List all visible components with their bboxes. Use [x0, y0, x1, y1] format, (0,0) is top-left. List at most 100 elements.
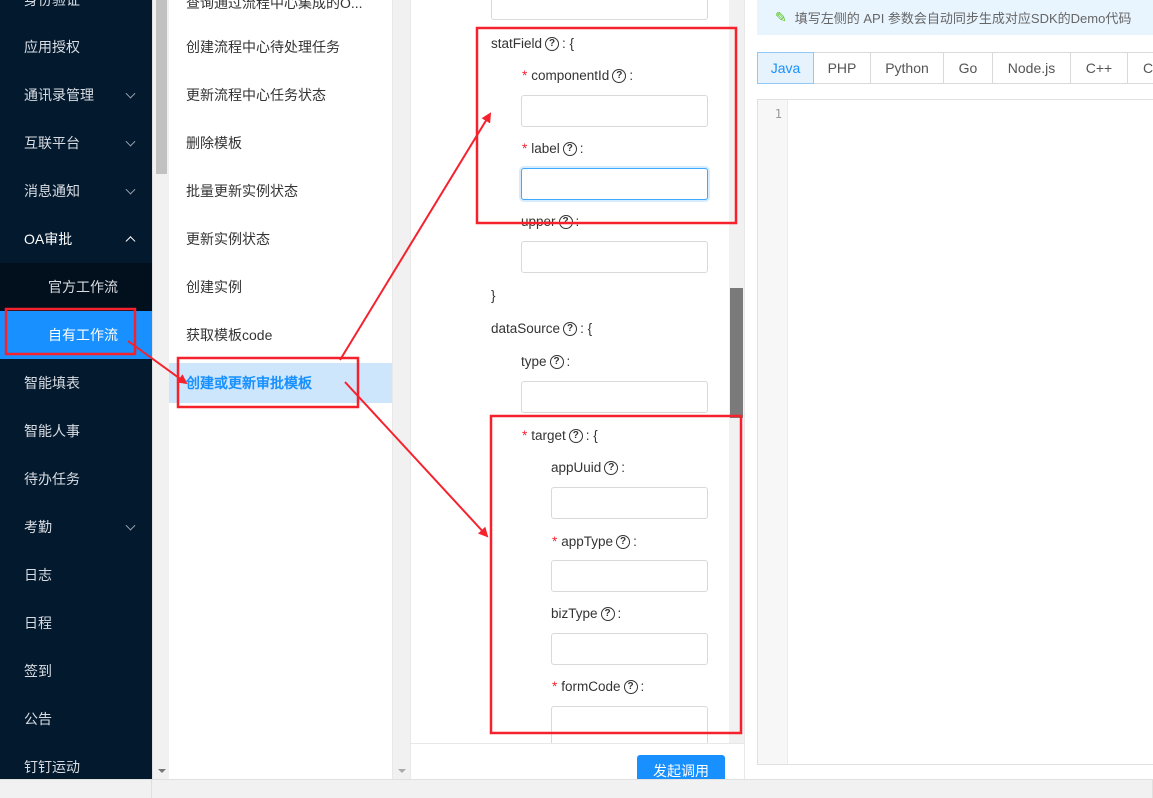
apptype-label: * appType?: — [552, 534, 637, 549]
help-icon[interactable]: ? — [563, 321, 578, 336]
label-label: * label?: — [522, 141, 584, 156]
upper-input[interactable] — [521, 241, 708, 273]
colon: : — [633, 534, 637, 549]
nav-item-interconnect[interactable]: 互联平台 — [0, 119, 152, 167]
nav-item-oa-approval[interactable]: OA审批 — [0, 215, 152, 263]
nav-item-label: 自有工作流 — [48, 327, 118, 343]
nav-item-label: 钉钉运动 — [24, 759, 80, 775]
field-name: bizType — [551, 606, 598, 621]
api-item-active[interactable]: 创建或更新审批模板 — [169, 363, 392, 403]
api-item[interactable]: 删除模板 — [169, 123, 392, 163]
tab-go[interactable]: Go — [944, 52, 993, 84]
tab-nodejs[interactable]: Node.js — [993, 52, 1071, 84]
nav-item-schedule[interactable]: 日程 — [0, 599, 152, 647]
nav-item-log[interactable]: 日志 — [0, 551, 152, 599]
nav-item-own-workflow[interactable]: 自有工作流 — [0, 311, 152, 359]
api-item[interactable]: 批量更新实例状态 — [169, 171, 392, 211]
api-item[interactable]: 创建流程中心待处理任务 — [169, 27, 392, 67]
tab-php[interactable]: PHP — [814, 52, 871, 84]
componentid-input[interactable] — [521, 95, 708, 127]
field-name: formCode — [561, 679, 621, 694]
nav-item-announcement[interactable]: 公告 — [0, 695, 152, 743]
api-item[interactable]: 查询通过流程中心集成的O... — [169, 0, 392, 23]
nav-item-checkin[interactable]: 签到 — [0, 647, 152, 695]
nav-item-app-auth[interactable]: 应用授权 — [0, 23, 152, 71]
scrollbar-track — [744, 780, 1153, 798]
api-item-label: 更新实例状态 — [186, 231, 270, 247]
text-input-above[interactable] — [491, 0, 708, 20]
help-icon[interactable]: ? — [612, 68, 627, 83]
sync-tip: ✎ 填写左侧的 API 参数会自动同步生成对应SDK的Demo代码 — [757, 0, 1153, 35]
field-name: dataSource — [491, 321, 561, 336]
brace-open: : { — [580, 321, 593, 336]
help-icon[interactable]: ? — [623, 679, 638, 694]
type-input[interactable] — [521, 381, 708, 413]
nav-item-label: 身份验证 — [24, 0, 80, 8]
field-name: label — [531, 141, 560, 156]
tab-cpp[interactable]: C++ — [1071, 52, 1128, 84]
help-icon[interactable]: ? — [545, 36, 560, 51]
help-icon[interactable]: ? — [558, 214, 573, 229]
required-mark: * — [552, 679, 558, 694]
nav-item-sport[interactable]: 钉钉运动 — [0, 743, 152, 779]
field-name: componentId — [531, 68, 610, 83]
field-name: type — [521, 354, 547, 369]
nav-scrollbar[interactable] — [152, 0, 169, 779]
horizontal-scrollbar[interactable] — [0, 779, 1153, 798]
formcode-input[interactable] — [551, 706, 708, 743]
help-icon[interactable]: ? — [600, 606, 615, 621]
formcode-label: * formCode?: — [552, 679, 644, 694]
nav-item-label: 互联平台 — [24, 135, 80, 151]
help-icon[interactable]: ? — [562, 141, 577, 156]
nav-item-attendance[interactable]: 考勤 — [0, 503, 152, 551]
required-mark: * — [522, 141, 528, 156]
tab-python[interactable]: Python — [871, 52, 944, 84]
nav-item-label: 公告 — [24, 711, 52, 727]
colon: : — [617, 606, 622, 621]
nav-item-contacts[interactable]: 通讯录管理 — [0, 71, 152, 119]
nav-item-todo[interactable]: 待办任务 — [0, 455, 152, 503]
editor-gutter: 1 — [758, 100, 788, 764]
scroll-down-arrow-icon[interactable] — [398, 769, 406, 773]
nav-item-official-workflow[interactable]: 官方工作流 — [0, 263, 152, 311]
api-item-label: 创建流程中心待处理任务 — [186, 39, 340, 55]
tab-c[interactable]: C — [1128, 52, 1153, 84]
colon: : — [640, 679, 645, 694]
api-item[interactable]: 更新实例状态 — [169, 219, 392, 259]
api-item[interactable]: 创建实例 — [169, 267, 392, 307]
datasource-label: dataSource?: { — [491, 321, 592, 336]
scroll-down-arrow-icon[interactable] — [158, 769, 166, 773]
componentid-label: * componentId?: — [522, 68, 633, 83]
help-icon[interactable]: ? — [549, 354, 564, 369]
nav-item-label: 官方工作流 — [48, 279, 118, 295]
help-icon[interactable]: ? — [568, 428, 583, 443]
nav-item-label: 日程 — [24, 615, 52, 631]
help-icon[interactable]: ? — [604, 460, 619, 475]
line-number: 1 — [774, 107, 782, 121]
nav-item-smart-hr[interactable]: 智能人事 — [0, 407, 152, 455]
help-icon[interactable]: ? — [616, 534, 631, 549]
side-nav: 身份验证 应用授权 通讯录管理 互联平台 消息通知 OA审批 官方工作流 自有工… — [0, 0, 152, 779]
nav-item-label: 智能人事 — [24, 423, 80, 439]
required-mark: * — [522, 68, 528, 83]
code-editor[interactable]: 1 — [757, 99, 1153, 765]
appuuid-input[interactable] — [551, 487, 708, 519]
biztype-input[interactable] — [551, 633, 708, 665]
nav-item-identity[interactable]: 身份验证 — [0, 0, 152, 24]
scrollbar-thumb[interactable] — [156, 0, 167, 174]
nav-item-label: 日志 — [24, 567, 52, 583]
api-item[interactable]: 获取模板code — [169, 315, 392, 355]
nav-item-smart-form[interactable]: 智能填表 — [0, 359, 152, 407]
colon: : — [621, 460, 626, 475]
apptype-input[interactable] — [551, 560, 708, 592]
nav-item-messages[interactable]: 消息通知 — [0, 167, 152, 215]
form-scrollbar[interactable] — [729, 0, 744, 743]
label-input[interactable] — [521, 168, 708, 200]
api-list-scrollbar[interactable] — [393, 0, 410, 779]
colon: : — [566, 354, 571, 369]
api-item[interactable]: 更新流程中心任务状态 — [169, 75, 392, 115]
tab-java[interactable]: Java — [757, 52, 814, 84]
scrollbar-thumb[interactable] — [730, 288, 743, 418]
edit-icon: ✎ — [775, 9, 787, 25]
api-item-label: 创建或更新审批模板 — [186, 375, 312, 391]
